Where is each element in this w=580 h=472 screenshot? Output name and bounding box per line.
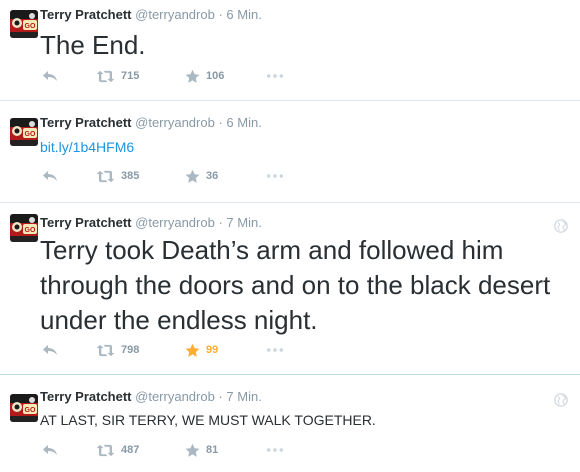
avatar[interactable] xyxy=(10,214,38,242)
reply-button[interactable] xyxy=(42,441,58,459)
tweet-actions: 385 36 xyxy=(40,167,340,185)
tweet[interactable]: Terry Pratchett @terryandrob · 7 Min. AT… xyxy=(0,375,580,472)
favorite-count: 106 xyxy=(206,70,225,82)
more-dots-icon xyxy=(266,73,284,79)
tweet-header: Terry Pratchett @terryandrob · 6 Min. xyxy=(40,6,262,24)
timestamp[interactable]: 6 Min. xyxy=(226,115,261,130)
retweet-count: 487 xyxy=(121,444,140,456)
avatar[interactable] xyxy=(10,394,38,422)
favorite-button[interactable]: 36 xyxy=(185,167,218,185)
reply-button[interactable] xyxy=(42,341,58,359)
timestamp[interactable]: 7 Min. xyxy=(226,215,261,230)
tweet[interactable]: Terry Pratchett @terryandrob · 6 Min. Th… xyxy=(0,0,580,101)
retweet-button[interactable]: 385 xyxy=(96,167,139,185)
retweet-count: 715 xyxy=(121,70,140,82)
globe-icon xyxy=(554,393,568,407)
tweet-actions: 715 106 xyxy=(40,67,340,85)
author-handle[interactable]: @terryandrob xyxy=(135,215,215,230)
author-name[interactable]: Terry Pratchett xyxy=(40,115,132,130)
more-button[interactable] xyxy=(266,67,284,85)
reply-icon xyxy=(42,170,58,182)
author-handle[interactable]: @terryandrob xyxy=(135,389,215,404)
tweet[interactable]: Terry Pratchett @terryandrob · 7 Min. Te… xyxy=(0,203,580,375)
globe-icon xyxy=(554,219,568,233)
retweet-count: 798 xyxy=(121,344,140,356)
avatar[interactable] xyxy=(10,10,38,38)
retweet-button[interactable]: 798 xyxy=(96,341,139,359)
retweet-icon xyxy=(96,344,115,357)
star-icon xyxy=(185,169,200,184)
author-handle[interactable]: @terryandrob xyxy=(135,115,215,130)
reply-button[interactable] xyxy=(42,67,58,85)
tweet-actions: 798 99 xyxy=(40,341,340,359)
star-icon xyxy=(185,69,200,84)
favorite-button[interactable]: 99 xyxy=(185,341,218,359)
more-button[interactable] xyxy=(266,167,284,185)
reply-icon xyxy=(42,70,58,82)
retweet-button[interactable]: 487 xyxy=(96,441,139,459)
reply-icon xyxy=(42,344,58,356)
more-button[interactable] xyxy=(266,341,284,359)
reply-button[interactable] xyxy=(42,167,58,185)
reply-icon xyxy=(42,444,58,456)
tweet-text: bit.ly/1b4HFM6 xyxy=(40,137,134,157)
retweet-icon xyxy=(96,170,115,183)
star-icon xyxy=(185,443,200,458)
author-name[interactable]: Terry Pratchett xyxy=(40,7,132,22)
tweet-header: Terry Pratchett @terryandrob · 7 Min. xyxy=(40,388,262,406)
tweet-text: AT LAST, SIR TERRY, WE MUST WALK TOGETHE… xyxy=(40,412,376,428)
retweet-icon xyxy=(96,444,115,457)
favorite-count: 36 xyxy=(206,170,219,182)
tweet-header: Terry Pratchett @terryandrob · 7 Min. xyxy=(40,214,262,232)
tweet-text: The End. xyxy=(40,30,146,60)
retweet-icon xyxy=(96,70,115,83)
timestamp[interactable]: 7 Min. xyxy=(226,389,261,404)
favorite-button[interactable]: 81 xyxy=(185,441,218,459)
separator: · xyxy=(218,389,223,404)
separator: · xyxy=(218,115,223,130)
retweet-button[interactable]: 715 xyxy=(96,67,139,85)
avatar[interactable] xyxy=(10,118,38,146)
more-dots-icon xyxy=(266,347,284,353)
tweet[interactable]: Terry Pratchett @terryandrob · 6 Min. bi… xyxy=(0,101,580,203)
more-button[interactable] xyxy=(266,441,284,459)
more-dots-icon xyxy=(266,447,284,453)
star-icon xyxy=(185,343,200,358)
favorite-button[interactable]: 106 xyxy=(185,67,224,85)
tweet-header: Terry Pratchett @terryandrob · 6 Min. xyxy=(40,114,262,132)
tweet-text: Terry took Death’s arm and followed him … xyxy=(40,235,551,335)
retweet-count: 385 xyxy=(121,170,140,182)
separator: · xyxy=(218,215,223,230)
author-name[interactable]: Terry Pratchett xyxy=(40,215,132,230)
author-handle[interactable]: @terryandrob xyxy=(135,7,215,22)
tweet-link[interactable]: bit.ly/1b4HFM6 xyxy=(40,139,134,155)
author-name[interactable]: Terry Pratchett xyxy=(40,389,132,404)
favorite-count: 99 xyxy=(206,344,219,356)
tweet-actions: 487 81 xyxy=(40,441,340,459)
more-dots-icon xyxy=(266,173,284,179)
timestamp[interactable]: 6 Min. xyxy=(226,7,261,22)
favorite-count: 81 xyxy=(206,444,219,456)
separator: · xyxy=(218,7,223,22)
